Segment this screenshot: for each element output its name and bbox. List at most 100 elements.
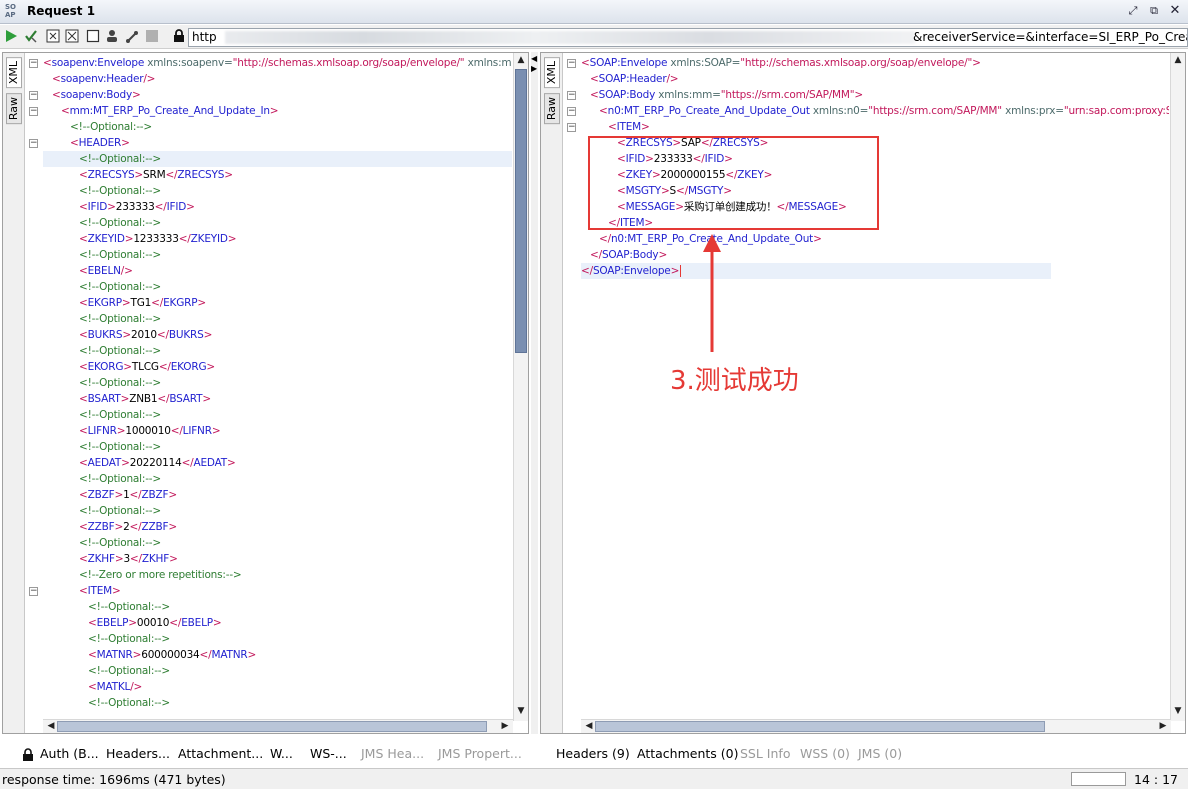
code-token: < <box>88 617 97 629</box>
fold-toggle-icon[interactable]: − <box>567 107 576 116</box>
collapse-left-icon[interactable]: ◀ <box>531 54 537 63</box>
tab-wss[interactable]: WSS (0) <box>800 746 850 761</box>
text-cursor <box>680 265 682 277</box>
code-token: < <box>599 105 608 117</box>
response-vertical-scrollbar[interactable]: ▲ ▼ <box>1170 53 1185 721</box>
code-token: EBELP <box>96 617 129 629</box>
create-empty-icon[interactable] <box>46 29 60 43</box>
run-icon[interactable] <box>4 29 18 43</box>
code-line: <MATNR>600000034</MATNR> <box>88 647 256 663</box>
fold-toggle-icon[interactable]: − <box>29 107 38 116</box>
annotation-arrow-icon <box>703 234 721 352</box>
collapse-right-icon[interactable]: ▶ <box>531 64 537 73</box>
code-token: SOAP:Envelope <box>592 265 671 277</box>
user-icon[interactable] <box>105 29 119 43</box>
scroll-down-icon[interactable]: ▼ <box>515 705 527 717</box>
code-token: > <box>168 489 177 501</box>
code-token: < <box>79 329 88 341</box>
code-token: LIFNR <box>87 425 117 437</box>
code-token: > <box>132 649 142 661</box>
expand-icon[interactable] <box>65 29 79 43</box>
code-token: BSART <box>169 393 203 405</box>
tab-xml[interactable]: XML <box>6 57 22 89</box>
tab-xml[interactable]: XML <box>544 57 560 89</box>
code-token: <!--Optional:--> <box>79 217 161 229</box>
soap-logo-icon: SO AP <box>5 3 21 21</box>
code-token: 1233333 <box>133 233 179 245</box>
code-token: </ <box>590 249 602 261</box>
scroll-left-icon[interactable]: ◀ <box>583 720 595 732</box>
tab-jms[interactable]: JMS (0) <box>858 746 902 761</box>
code-token: EBELN <box>87 265 121 277</box>
code-token: "http://schemas.xmlsoap.org/soap/envelop… <box>232 57 465 69</box>
code-token: </ <box>199 649 212 661</box>
tab-auth[interactable]: Auth (B... <box>40 746 99 761</box>
scroll-right-icon[interactable]: ▶ <box>499 720 511 732</box>
request-editor: XML Raw − − − − − <soapenv:Envelope xmln… <box>2 52 529 734</box>
code-line: <ZKEYID>1233333</ZKEYID> <box>79 231 237 247</box>
code-token: > <box>227 233 237 245</box>
fold-toggle-icon[interactable]: − <box>29 587 38 596</box>
attachment-icon[interactable] <box>125 29 139 43</box>
code-token: </ <box>129 553 142 565</box>
maximize-icon[interactable]: ⤢ <box>1126 4 1140 18</box>
tab-response-headers[interactable]: Headers (9) <box>556 746 630 761</box>
tab-raw[interactable]: Raw <box>544 93 560 125</box>
request-horizontal-scrollbar[interactable]: ◀ ▶ <box>43 719 513 733</box>
code-token: < <box>79 361 88 373</box>
scroll-left-icon[interactable]: ◀ <box>45 720 57 732</box>
code-token: > <box>114 489 124 501</box>
code-token: ZKHF <box>141 553 170 565</box>
request-xml-code[interactable]: <soapenv:Envelope xmlns:soapenv="http://… <box>43 55 512 715</box>
tab-wss[interactable]: W... <box>270 746 293 761</box>
scroll-up-icon[interactable]: ▲ <box>1172 54 1184 66</box>
highlight-box <box>588 136 879 230</box>
code-token: xmlns:soapenv= <box>144 57 233 69</box>
code-line: <!--Optional:--> <box>79 247 161 263</box>
fold-toggle-icon[interactable]: − <box>29 91 38 100</box>
tab-response-attachments[interactable]: Attachments (0) <box>637 746 738 761</box>
response-horizontal-scrollbar[interactable]: ◀ ▶ <box>581 719 1171 733</box>
stop-icon[interactable] <box>145 29 159 43</box>
code-token: > <box>186 201 195 213</box>
pane-splitter[interactable]: ◀ ▶ <box>531 52 538 734</box>
endpoint-url-input[interactable]: http &receiverService=&interface=SI_ERP_… <box>188 28 1188 47</box>
close-icon[interactable]: ✕ <box>1168 4 1182 18</box>
tab-ws-addressing[interactable]: WS-... <box>310 746 347 761</box>
request-vertical-scrollbar[interactable]: ▲ ▼ <box>513 53 528 721</box>
code-line: <n0:MT_ERP_Po_Create_And_Update_Out xmln… <box>599 103 1169 119</box>
restore-icon[interactable]: ⧉ <box>1147 4 1161 18</box>
scroll-thumb[interactable] <box>595 721 1045 732</box>
code-token: <!--Optional:--> <box>79 281 161 293</box>
code-token: SRM <box>143 169 166 181</box>
tab-attachments[interactable]: Attachment... <box>178 746 263 761</box>
tab-jms-headers[interactable]: JMS Hea... <box>361 746 424 761</box>
code-token: soapenv:Body <box>60 89 133 101</box>
scroll-thumb[interactable] <box>57 721 487 732</box>
tab-headers[interactable]: Headers... <box>106 746 170 761</box>
code-token: > <box>641 121 650 133</box>
code-token: ZNB1 <box>129 393 158 405</box>
fold-toggle-icon[interactable]: − <box>567 91 576 100</box>
scroll-thumb[interactable] <box>515 69 527 353</box>
code-line: <IFID>233333</IFID> <box>79 199 195 215</box>
fold-toggle-icon[interactable]: − <box>29 139 38 148</box>
tab-jms-properties[interactable]: JMS Propert... <box>438 746 522 761</box>
tab-ssl-info[interactable]: SSL Info <box>740 746 790 761</box>
scroll-down-icon[interactable]: ▼ <box>1172 705 1184 717</box>
scroll-up-icon[interactable]: ▲ <box>515 54 527 66</box>
code-token: </ <box>169 617 182 629</box>
split-view-icon[interactable] <box>86 29 100 43</box>
fold-toggle-icon[interactable]: − <box>29 59 38 68</box>
code-token: < <box>79 169 88 181</box>
code-token: BUKRS <box>168 329 204 341</box>
add-assertion-icon[interactable] <box>24 29 38 43</box>
code-line: </SOAP:Body> <box>590 247 667 263</box>
code-token: <!--Optional:--> <box>88 633 170 645</box>
code-token: 20220114 <box>129 457 182 469</box>
fold-toggle-icon[interactable]: − <box>567 123 576 132</box>
tab-raw[interactable]: Raw <box>6 93 22 125</box>
fold-toggle-icon[interactable]: − <box>567 59 576 68</box>
scroll-right-icon[interactable]: ▶ <box>1157 720 1169 732</box>
code-line: <!--Optional:--> <box>79 407 161 423</box>
